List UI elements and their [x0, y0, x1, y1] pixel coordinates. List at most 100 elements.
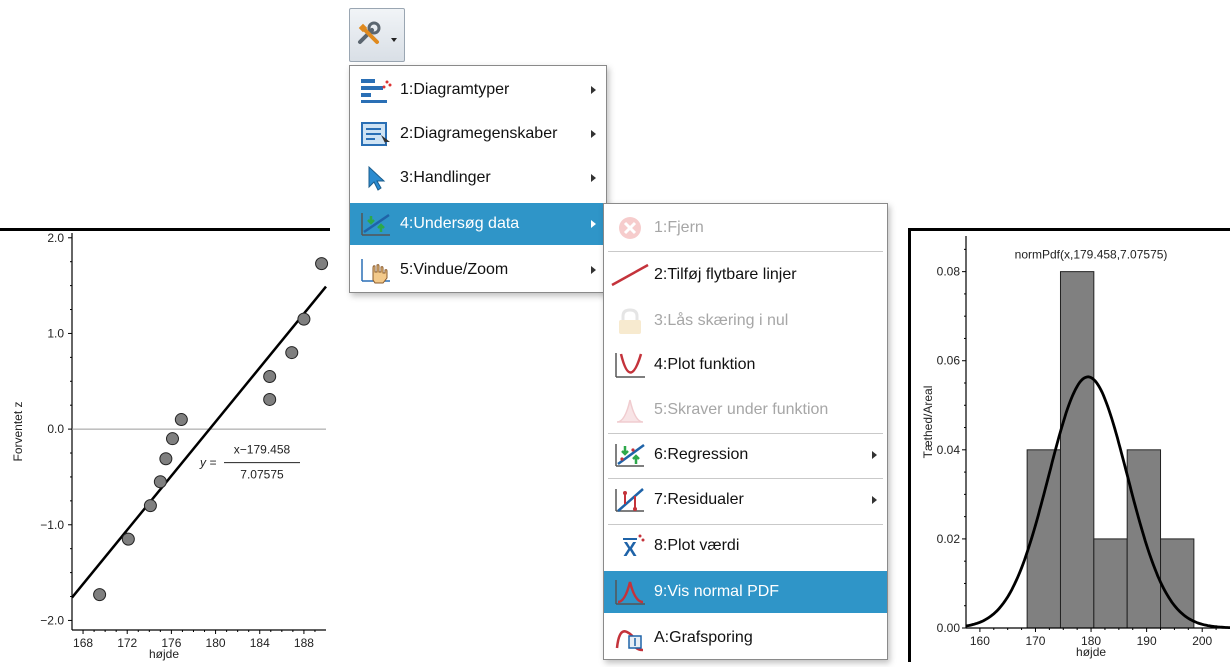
x-tick-label: 180: [206, 636, 226, 650]
menu-item-skraver-under-funktion: 5:Skraver under funktion: [604, 389, 887, 431]
menu-item-fjern: 1:Fjern: [604, 207, 887, 249]
menu-item-label: 4:Plot funktion: [654, 356, 756, 373]
menu-separator: [608, 251, 883, 252]
y-tick-label: 0.04: [937, 443, 961, 457]
y-tick-label: 0.08: [937, 265, 961, 279]
x-axis-label: højde: [149, 647, 179, 661]
data-point[interactable]: [285, 346, 299, 360]
menu-item-label: 5:Vindue/Zoom: [400, 261, 509, 278]
plot-function-icon: [610, 347, 650, 383]
x-tick-label: 170: [1025, 634, 1045, 648]
chart-types-icon: [356, 72, 396, 108]
submenu-arrow-icon: [591, 86, 596, 94]
equation-lhs: y =: [199, 456, 216, 470]
graph-trace-icon: [610, 620, 650, 656]
equation-numerator: x−179.458: [234, 443, 291, 457]
submenu-arrow-icon: [872, 496, 877, 504]
data-point[interactable]: [174, 413, 188, 427]
menu-item-label: 6:Regression: [654, 446, 749, 463]
menu-item-lås-skæring-i-nul: 3:Lås skæring i nul: [604, 300, 887, 342]
y-axis-label: Tæthed/Areal: [921, 386, 935, 459]
x-axis-label: højde: [1076, 645, 1106, 659]
left-chart-panel: −2.0−1.00.01.02.016817217618018418819høj…: [0, 228, 355, 662]
shade-under-icon: [610, 392, 650, 428]
chart-properties-icon: [356, 116, 396, 152]
menu-item-label: 7:Residualer: [654, 491, 744, 508]
data-point[interactable]: [93, 588, 107, 602]
analyze-data-icon: [356, 206, 396, 242]
residuals-icon: [610, 482, 650, 518]
plot-value-icon: X: [610, 528, 650, 564]
menu-item-diagramtyper[interactable]: 1:Diagramtyper: [350, 69, 606, 111]
histogram-bar[interactable]: [1093, 538, 1128, 629]
cursor-arrow-icon: [356, 160, 396, 196]
curve-label: normPdf(x,179.458,7.07575): [1015, 247, 1168, 261]
x-tick-label: 160: [970, 634, 990, 648]
menu-item-residualer[interactable]: 7:Residualer: [604, 479, 887, 521]
y-axis-label: Forventet z: [11, 401, 25, 461]
svg-text:X: X: [623, 539, 637, 560]
lock-icon: [610, 303, 650, 339]
wrench-screwdriver-icon: [358, 21, 397, 44]
remove-icon: [610, 210, 650, 246]
y-tick-label: 0.0: [47, 422, 64, 436]
x-tick-label: 172: [117, 636, 137, 650]
menu-item-label: 1:Diagramtyper: [400, 81, 510, 98]
menu-separator: [608, 433, 883, 434]
y-tick-label: 0.02: [937, 532, 961, 546]
y-tick-label: 2.0: [47, 231, 64, 245]
histogram-bar[interactable]: [1160, 538, 1195, 629]
data-point[interactable]: [165, 432, 179, 446]
data-point[interactable]: [159, 452, 173, 466]
menu-item-vindue-zoom[interactable]: 5:Vindue/Zoom: [350, 249, 606, 291]
submenu-arrow-icon: [591, 174, 596, 182]
menu-item-plot-værdi[interactable]: X 8:Plot værdi: [604, 525, 887, 567]
menu-item-label: A:Grafsporing: [654, 629, 753, 646]
data-point[interactable]: [263, 369, 277, 383]
data-point[interactable]: [121, 532, 135, 546]
regression-icon: [610, 437, 650, 473]
x-tick-label: 168: [73, 636, 93, 650]
x-tick-label: 184: [250, 636, 270, 650]
menu-item-label: 2:Tilføj flytbare linjer: [654, 266, 797, 283]
menu-item-tilføj-flytbare-linjer[interactable]: 2:Tilføj flytbare linjer: [604, 254, 887, 296]
data-point[interactable]: [263, 392, 277, 406]
x-tick-label: 200: [1192, 634, 1212, 648]
menu-item-label: 1:Fjern: [654, 219, 704, 236]
y-tick-label: −2.0: [40, 613, 64, 627]
menu-item-vis-normal-pdf[interactable]: 9:Vis normal PDF: [604, 571, 887, 613]
data-point[interactable]: [297, 312, 311, 326]
data-point[interactable]: [315, 257, 329, 271]
histogram-plot: 0.000.020.040.060.08160 170 180 190 200højde…: [908, 228, 1230, 662]
menu-item-regression[interactable]: 6:Regression: [604, 434, 887, 476]
normal-pdf-icon: [610, 574, 650, 610]
submenu-arrow-icon: [872, 451, 877, 459]
window-zoom-icon: [356, 252, 396, 288]
y-tick-label: 0.06: [937, 354, 961, 368]
normal-probability-plot: −2.0−1.00.01.02.016817217618018418819høj…: [0, 228, 355, 661]
submenu-arrow-icon: [591, 130, 596, 138]
histogram-bar[interactable]: [1059, 271, 1095, 629]
menu-item-label: 2:Diagramegenskaber: [400, 125, 558, 142]
menu-item-label: 5:Skraver under funktion: [654, 401, 829, 418]
tools-menu-button[interactable]: [349, 8, 405, 62]
menu-item-handlinger[interactable]: 3:Handlinger: [350, 157, 606, 199]
menu-item-label: 8:Plot værdi: [654, 537, 740, 554]
menu-item-label: 3:Lås skæring i nul: [654, 312, 789, 329]
menu-item-plot-funktion[interactable]: 4:Plot funktion: [604, 344, 887, 386]
menu-item-label: 4:Undersøg data: [400, 215, 520, 232]
menu-item-undersøg-data[interactable]: 4:Undersøg data: [350, 203, 606, 245]
data-point[interactable]: [143, 499, 157, 513]
data-point[interactable]: [153, 475, 167, 489]
menu-item-label: 9:Vis normal PDF: [654, 583, 780, 600]
menu-item-diagramegenskaber[interactable]: 2:Diagramegenskaber: [350, 113, 606, 155]
submenu-arrow-icon: [591, 220, 596, 228]
line-equation: y = x−179.458 7.07575: [199, 443, 300, 482]
analyze-data-submenu: 1:Fjern 2:Tilføj flytbare linjer 3:Lås skæ…: [603, 203, 888, 660]
y-tick-label: −1.0: [40, 518, 64, 532]
movable-line-icon: [610, 257, 650, 293]
context-menu: 1:Diagramtyper 2:Diagramegenskaber 3:Handl…: [349, 65, 607, 293]
x-tick-label: 188: [294, 636, 314, 650]
menu-separator: [608, 478, 883, 479]
menu-item-grafsporing[interactable]: A:Grafsporing: [604, 617, 887, 659]
